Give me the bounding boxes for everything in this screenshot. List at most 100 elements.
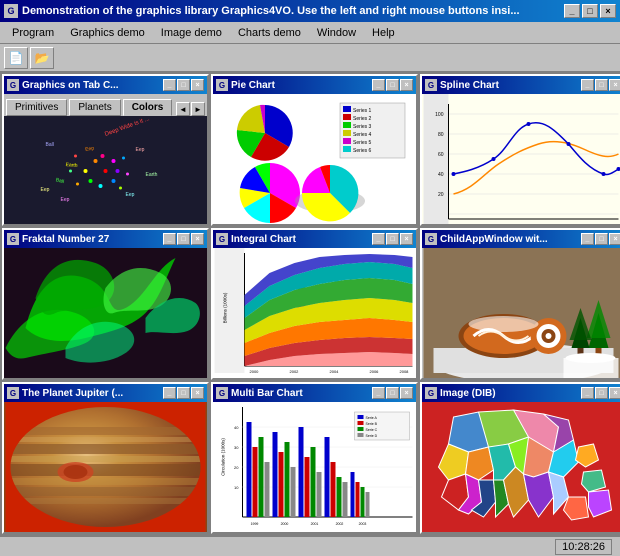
multibar-content: Circulation (1000s) 40 30 20 10 — [213, 402, 416, 532]
svg-text:40: 40 — [438, 172, 444, 178]
svg-text:Eep: Eep — [85, 145, 95, 152]
svg-text:2000: 2000 — [281, 522, 289, 526]
integral-canvas: Billions (1000s) Cat1 Cat2 Cat3 Cat4 Cat — [213, 248, 416, 378]
pie-maximize[interactable]: □ — [386, 79, 399, 91]
svg-text:60: 60 — [438, 152, 444, 158]
menu-image-demo[interactable]: Image demo — [153, 25, 230, 41]
jupiter-window-title: The Planet Jupiter (... — [22, 388, 163, 399]
pie-title-bar: G Pie Chart _ □ × — [213, 76, 416, 94]
svg-text:Series 2: Series 2 — [353, 116, 372, 122]
svg-text:Circulation (1000s): Circulation (1000s) — [221, 438, 226, 476]
jupiter-title-bar: G The Planet Jupiter (... _ □ × — [4, 384, 207, 402]
svg-text:Series 3: Series 3 — [353, 124, 372, 130]
spline-chart-window: G Spline Chart _ □ × — [420, 74, 620, 226]
graphics-title-bar: G Graphics on Tab C... _ □ × — [4, 76, 207, 94]
menu-program[interactable]: Program — [4, 25, 62, 41]
maximize-button[interactable]: □ — [582, 4, 598, 18]
status-bar: 10:28:26 — [0, 536, 620, 556]
svg-text:Billions (1000s): Billions (1000s) — [223, 292, 228, 323]
multibar-window-icon: G — [216, 387, 228, 399]
image-content — [422, 402, 620, 532]
fractal-canvas — [4, 248, 207, 378]
childapp-window-title: ChildAppWindow wit... — [440, 234, 581, 245]
svg-text:100: 100 — [435, 112, 444, 118]
pie-close[interactable]: × — [400, 79, 413, 91]
spline-close[interactable]: × — [609, 79, 620, 91]
tab-nav-right[interactable]: ► — [191, 102, 205, 116]
graphics-close[interactable]: × — [191, 79, 204, 91]
menu-charts-demo[interactable]: Charts demo — [230, 25, 309, 41]
image-window: G Image (DIB) _ □ × — [420, 382, 620, 534]
multibar-minimize[interactable]: _ — [372, 387, 385, 399]
menu-bar: Program Graphics demo Image demo Charts … — [0, 22, 620, 44]
toolbar-new-button[interactable]: 📄 — [4, 47, 28, 69]
image-window-icon: G — [425, 387, 437, 399]
childapp-close[interactable]: × — [609, 233, 620, 245]
graphics-maximize[interactable]: □ — [177, 79, 190, 91]
mdi-area: G Graphics on Tab C... _ □ × Primitives … — [0, 72, 620, 536]
menu-graphics-demo[interactable]: Graphics demo — [62, 25, 153, 41]
svg-text:40: 40 — [234, 425, 239, 430]
multibar-close[interactable]: × — [400, 387, 413, 399]
fractal-minimize[interactable]: _ — [163, 233, 176, 245]
multibar-window-title: Multi Bar Chart — [231, 388, 372, 399]
menu-window[interactable]: Window — [309, 25, 364, 41]
close-button[interactable]: × — [600, 4, 616, 18]
tab-nav-left[interactable]: ◄ — [176, 102, 190, 116]
tab-colors[interactable]: Colors — [123, 99, 173, 116]
integral-minimize[interactable]: _ — [372, 233, 385, 245]
svg-text:2008: 2008 — [400, 369, 410, 374]
fractal-close[interactable]: × — [191, 233, 204, 245]
map-canvas — [422, 402, 620, 532]
minimize-button[interactable]: _ — [564, 4, 580, 18]
integral-window-title: Integral Chart — [231, 234, 372, 245]
svg-text:Serie A: Serie A — [366, 416, 378, 420]
pie-window-icon: G — [216, 79, 228, 91]
pie-content: Series 1 Series 2 Series 3 Series 4 Seri… — [213, 94, 416, 224]
tab-primitives[interactable]: Primitives — [6, 99, 67, 116]
jupiter-maximize[interactable]: □ — [177, 387, 190, 399]
app-title: Demonstration of the graphics library Gr… — [22, 5, 564, 17]
svg-text:2004: 2004 — [330, 369, 340, 374]
toolbar: 📄 📂 — [0, 44, 620, 72]
childapp-title-bar: G ChildAppWindow wit... _ □ × — [422, 230, 620, 248]
graphics-window-title: Graphics on Tab C... — [22, 80, 163, 91]
menu-help[interactable]: Help — [364, 25, 403, 41]
spline-maximize[interactable]: □ — [595, 79, 608, 91]
multibar-maximize[interactable]: □ — [386, 387, 399, 399]
childapp-minimize[interactable]: _ — [581, 233, 594, 245]
childapp-maximize[interactable]: □ — [595, 233, 608, 245]
fractal-maximize[interactable]: □ — [177, 233, 190, 245]
jupiter-window-icon: G — [7, 387, 19, 399]
svg-text:2001: 2001 — [311, 522, 319, 526]
image-maximize[interactable]: □ — [595, 387, 608, 399]
image-close[interactable]: × — [609, 387, 620, 399]
svg-text:Eep: Eep — [41, 187, 50, 193]
jupiter-window: G The Planet Jupiter (... _ □ × — [2, 382, 209, 534]
svg-text:1999: 1999 — [251, 522, 259, 526]
svg-text:2003: 2003 — [359, 522, 367, 526]
integral-window: G Integral Chart _ □ × Billions (1000s) — [211, 228, 418, 380]
svg-text:Series 1: Series 1 — [353, 108, 372, 114]
tab-planets[interactable]: Planets — [69, 99, 120, 116]
pie-minimize[interactable]: _ — [372, 79, 385, 91]
toolbar-open-button[interactable]: 📂 — [30, 47, 54, 69]
graphics-minimize[interactable]: _ — [163, 79, 176, 91]
fractal-window-title: Fraktal Number 27 — [22, 234, 163, 245]
image-title-bar: G Image (DIB) _ □ × — [422, 384, 620, 402]
bar-chart-canvas: Circulation (1000s) 40 30 20 10 — [213, 402, 416, 532]
integral-close[interactable]: × — [400, 233, 413, 245]
integral-maximize[interactable]: □ — [386, 233, 399, 245]
svg-text:2002: 2002 — [336, 522, 344, 526]
jupiter-close[interactable]: × — [191, 387, 204, 399]
jupiter-minimize[interactable]: _ — [163, 387, 176, 399]
childapp-window-icon: G — [425, 233, 437, 245]
spline-minimize[interactable]: _ — [581, 79, 594, 91]
title-bar: G Demonstration of the graphics library … — [0, 0, 620, 22]
image-minimize[interactable]: _ — [581, 387, 594, 399]
graphics-window-icon: G — [7, 79, 19, 91]
fractal-window-icon: G — [7, 233, 19, 245]
fractal-title-bar: G Fraktal Number 27 _ □ × — [4, 230, 207, 248]
svg-text:Earth: Earth — [65, 162, 78, 169]
svg-text:80: 80 — [438, 132, 444, 138]
